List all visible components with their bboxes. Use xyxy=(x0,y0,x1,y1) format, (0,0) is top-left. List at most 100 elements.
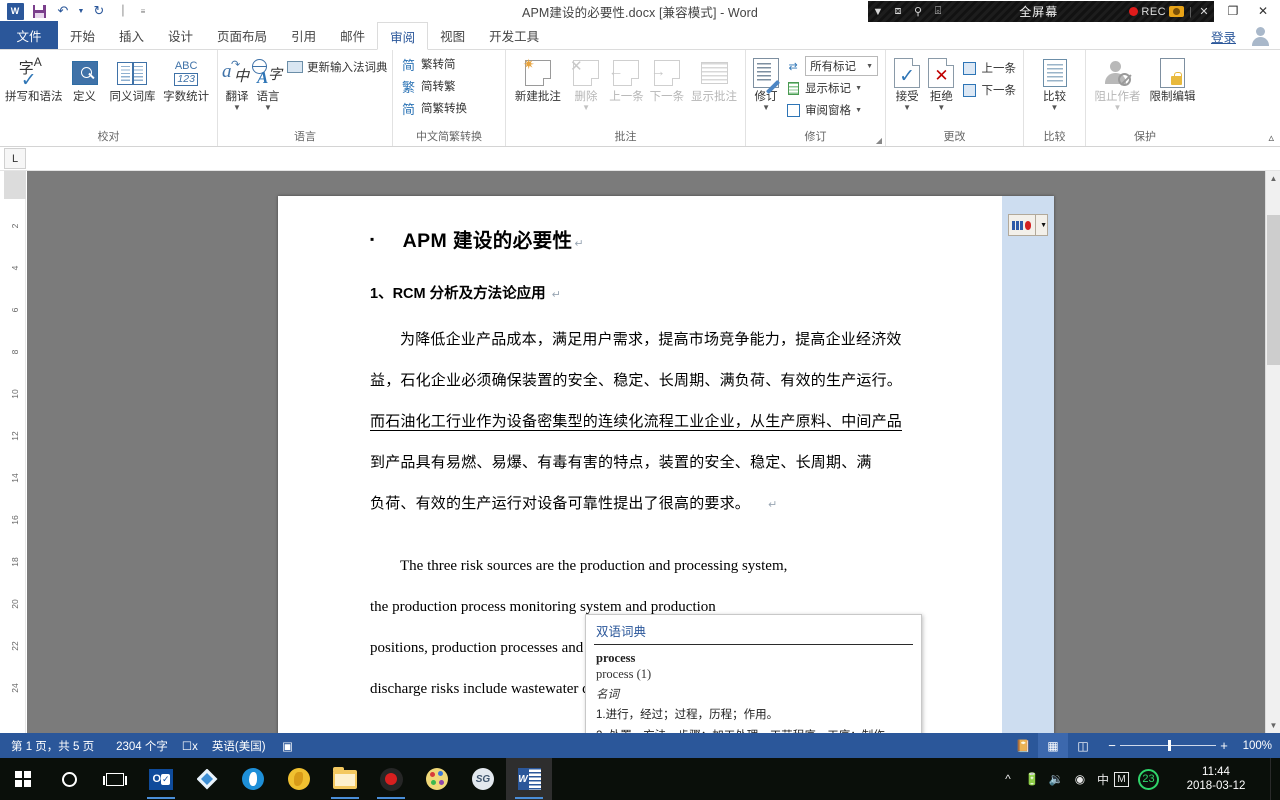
security-badge-icon[interactable]: 23 xyxy=(1138,768,1166,790)
ime-m-icon[interactable]: M xyxy=(1114,771,1138,787)
language-indicator[interactable]: 英语(美国) xyxy=(201,738,277,754)
paint-icon[interactable] xyxy=(414,758,460,800)
markup-view-dropdown[interactable]: ⇄ 所有标记 ▼ xyxy=(782,55,881,77)
compare-button[interactable]: 比较 ▼ xyxy=(1033,53,1077,112)
foxmail-icon[interactable] xyxy=(184,758,230,800)
volume-icon[interactable]: 🔉 xyxy=(1044,772,1068,786)
track-changes-caret-icon[interactable]: ▼ xyxy=(762,104,770,112)
reviewing-pane-dropdown[interactable]: 审阅窗格 ▼ xyxy=(782,99,881,121)
tab-review[interactable]: 审阅 xyxy=(377,22,429,50)
screen-recorder-overlay-toolbar[interactable]: ▼ ⧈ ⚲ ⌻ 全屏幕 REC | ✕ xyxy=(868,1,1214,22)
page-indicator[interactable]: 第 1 页，共 5 页 xyxy=(0,738,105,754)
cortana-search-icon[interactable] xyxy=(46,758,92,800)
reject-button[interactable]: ✕ 拒绝 ▼ xyxy=(924,53,958,112)
scroll-up-arrow-icon[interactable]: ▲ xyxy=(1266,171,1280,186)
translate-button[interactable]: a ↷ 中 翻译 ▼ xyxy=(222,53,252,112)
zoom-knob[interactable] xyxy=(1168,740,1171,751)
restrict-editing-button[interactable]: 限制编辑 xyxy=(1145,53,1200,104)
file-explorer-icon[interactable] xyxy=(322,758,368,800)
markup-view-caret-icon[interactable]: ▼ xyxy=(866,63,873,70)
sogou-icon[interactable]: SG xyxy=(460,758,506,800)
tab-design[interactable]: 设计 xyxy=(156,21,205,49)
recorder-widget-caret-icon[interactable]: ▼ xyxy=(1040,222,1047,229)
zoom-level-label[interactable]: 100% xyxy=(1238,740,1280,752)
spelling-grammar-button[interactable]: 字 A ✓ 拼写和语法 xyxy=(4,53,63,104)
word-count-indicator[interactable]: 2304 个字 xyxy=(105,738,179,754)
show-markup-dropdown[interactable]: 显示标记 ▼ xyxy=(782,77,881,99)
zoom-track[interactable] xyxy=(1120,740,1216,751)
language-button[interactable]: A字 语言 ▼ xyxy=(252,53,284,112)
tab-mailings[interactable]: 邮件 xyxy=(328,21,377,49)
vertical-ruler[interactable]: 2 4 6 8 10 12 14 16 18 20 22 24 xyxy=(4,171,26,733)
previous-change-button[interactable]: 上一条 xyxy=(959,57,1020,79)
tab-home[interactable]: 开始 xyxy=(58,21,107,49)
word-icon[interactable]: W xyxy=(506,758,552,800)
simp-to-trad-button[interactable]: 繁 简转繁 xyxy=(397,75,470,97)
new-comment-button[interactable]: ✷ 新建批注 xyxy=(510,53,566,104)
define-button[interactable]: 定义 xyxy=(63,53,105,104)
track-changes-button[interactable]: 修订 ▼ xyxy=(750,53,782,112)
collapse-ribbon-icon[interactable]: ▵ xyxy=(1268,131,1274,144)
avatar[interactable] xyxy=(1248,24,1272,48)
tab-references[interactable]: 引用 xyxy=(279,21,328,49)
task-view-icon[interactable] xyxy=(92,758,138,800)
wifi-icon[interactable]: ◉ xyxy=(1068,772,1092,786)
next-change-button[interactable]: 下一条 xyxy=(959,79,1020,101)
tab-file[interactable]: 文件 xyxy=(0,21,58,49)
screen-recorder-icon[interactable] xyxy=(368,758,414,800)
word-count-button[interactable]: ABC 123 字数统计 xyxy=(159,53,213,104)
tab-selector-button[interactable]: L xyxy=(4,148,26,169)
overlay-close-icon[interactable]: ✕ xyxy=(1194,5,1214,18)
windows-start-icon[interactable] xyxy=(0,758,46,800)
tab-developer[interactable]: 开发工具 xyxy=(477,21,551,49)
horizontal-ruler[interactable]: 6 4 2 2 4 6 8 10 12 14 16 18 20 22 24 26… xyxy=(0,147,1280,323)
proofing-errors-icon[interactable]: ☐x xyxy=(179,739,201,753)
translate-caret-icon[interactable]: ▼ xyxy=(233,104,241,112)
scrollbar-thumb[interactable] xyxy=(1267,215,1280,365)
next-comment-button[interactable]: → 下一条 xyxy=(647,53,687,104)
block-authors-caret-icon[interactable]: ▼ xyxy=(1114,104,1122,112)
window-icon[interactable]: ⧈ xyxy=(888,5,908,18)
ime-chinese-icon[interactable]: 中 xyxy=(1092,771,1114,788)
delete-comment-caret-icon[interactable]: ▼ xyxy=(582,104,590,112)
compare-caret-icon[interactable]: ▼ xyxy=(1051,104,1059,112)
show-comments-button[interactable]: 显示批注 xyxy=(687,53,741,104)
show-hidden-icons-icon[interactable]: ^ xyxy=(996,772,1020,786)
firefox-icon[interactable] xyxy=(276,758,322,800)
update-ime-dictionary-button[interactable]: 更新输入法词典 xyxy=(284,56,391,78)
tab-page-layout[interactable]: 页面布局 xyxy=(205,21,279,49)
accept-button[interactable]: ✓ 接受 ▼ xyxy=(890,53,924,112)
battery-icon[interactable]: 🔋 xyxy=(1020,772,1044,786)
trad-to-simp-button[interactable]: 简 繁转简 xyxy=(397,53,470,75)
print-layout-icon[interactable]: ▦ xyxy=(1038,733,1068,758)
camera-icon[interactable] xyxy=(1169,6,1185,17)
macro-record-icon[interactable]: ▣ xyxy=(277,739,299,753)
restore-button[interactable]: ❐ xyxy=(1218,4,1248,18)
zoom-out-button[interactable]: − xyxy=(1104,738,1120,753)
delete-comment-button[interactable]: ✕ 删除 ▼ xyxy=(566,53,606,112)
zoom-in-button[interactable]: + xyxy=(1216,738,1232,753)
show-desktop-button[interactable] xyxy=(1270,758,1280,800)
document-canvas[interactable]: ▪ APM 建设的必要性 ↵ 1、RCM 分析及方法论应用 ↵ 为降低企业产品成… xyxy=(27,171,1280,733)
read-mode-icon[interactable]: 📔 xyxy=(1008,733,1038,758)
recorder-widget-icon[interactable]: ▼ xyxy=(1008,214,1048,236)
scroll-down-arrow-icon[interactable]: ▼ xyxy=(1266,718,1280,733)
previous-comment-button[interactable]: ← 上一条 xyxy=(606,53,646,104)
zoom-slider[interactable]: − + xyxy=(1098,738,1238,753)
tab-insert[interactable]: 插入 xyxy=(107,21,156,49)
chevron-down-icon[interactable]: ▼ xyxy=(868,6,888,18)
bilingual-dictionary-popup[interactable]: 双语词典 process process (1) 名词 1.进行，经过；过程，历… xyxy=(585,614,922,733)
language-caret-icon[interactable]: ▼ xyxy=(264,104,272,112)
clock[interactable]: 11:44 2018-03-12 xyxy=(1166,765,1266,793)
accept-caret-icon[interactable]: ▼ xyxy=(903,104,911,112)
reviewing-pane-caret-icon[interactable]: ▼ xyxy=(855,107,862,114)
outlook-icon[interactable]: O ✓ xyxy=(138,758,184,800)
browser-icon[interactable] xyxy=(230,758,276,800)
thesaurus-button[interactable]: 同义词库 xyxy=(106,53,160,104)
block-authors-button[interactable]: 阻止作者 ▼ xyxy=(1090,53,1145,112)
tab-view[interactable]: 视图 xyxy=(428,21,477,49)
reject-caret-icon[interactable]: ▼ xyxy=(937,104,945,112)
magnifier-icon[interactable]: ⚲ xyxy=(908,5,928,18)
simp-trad-convert-button[interactable]: 简 简繁转换 xyxy=(397,97,470,119)
tracking-dialog-launcher-icon[interactable]: ◢ xyxy=(876,136,882,145)
